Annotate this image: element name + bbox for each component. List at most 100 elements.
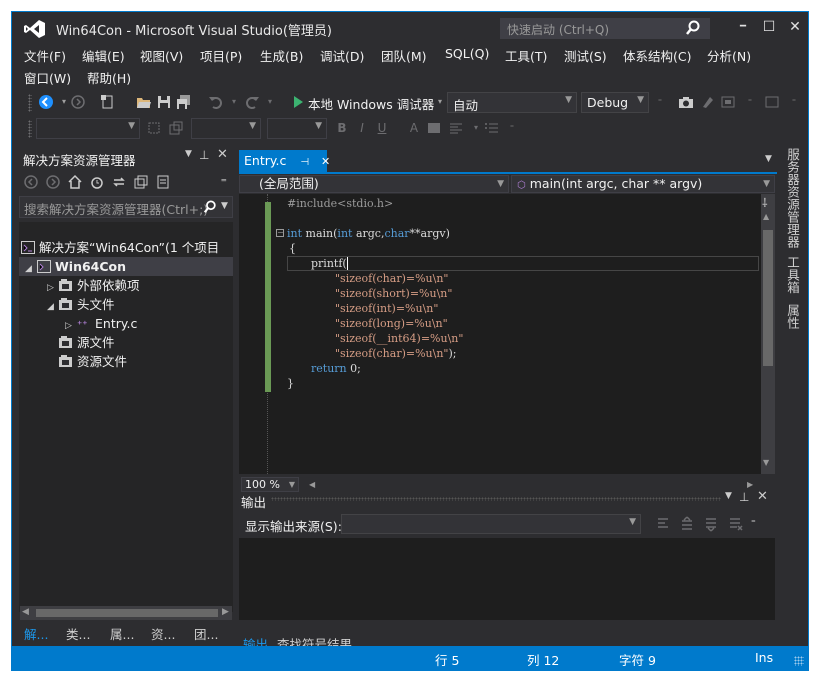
bracket-icon[interactable] xyxy=(146,120,162,136)
clear-all-icon[interactable] xyxy=(727,516,743,532)
align-dropdown-icon[interactable]: ▾ xyxy=(468,120,484,136)
tab-team-explorer[interactable]: 团... xyxy=(194,624,218,643)
menu-build[interactable]: 生成(B) xyxy=(260,46,303,65)
scroll-right-icon[interactable]: ▶ xyxy=(222,607,229,617)
panel-menu-icon[interactable]: ▼ xyxy=(185,149,192,159)
save-all-icon[interactable] xyxy=(176,94,192,110)
tab-list-dropdown-icon[interactable]: ▼ xyxy=(765,154,772,164)
tab-solution-explorer[interactable]: 解... xyxy=(24,624,48,643)
editor-vertical-scrollbar[interactable]: ⸸ ▲ ▼ xyxy=(761,194,775,474)
output-source-dropdown[interactable]: ▼ xyxy=(341,514,641,534)
tab-server-explorer[interactable]: 服务器资源管理器 xyxy=(785,148,802,248)
font-size-dropdown[interactable]: ▼ xyxy=(267,118,327,139)
tree-node-external-deps[interactable]: ▷ 外部依赖项 xyxy=(47,276,140,295)
open-file-icon[interactable] xyxy=(136,94,152,110)
menu-test[interactable]: 测试(S) xyxy=(564,46,607,65)
quick-launch-input[interactable]: 快速启动 (Ctrl+Q) xyxy=(500,18,710,39)
close-button[interactable]: ✕ xyxy=(782,16,808,38)
menu-file[interactable]: 文件(F) xyxy=(24,46,66,65)
underline-icon[interactable]: U xyxy=(374,120,390,136)
scroll-down-icon[interactable]: ▼ xyxy=(763,458,769,467)
toolbar-overflow-icon[interactable]: ⁼ xyxy=(652,94,668,110)
menu-analyze[interactable]: 分析(N) xyxy=(707,46,751,65)
solution-search-input[interactable]: 搜索解决方案资源管理器(Ctrl+;) xyxy=(19,196,233,218)
tree-node-header-files[interactable]: ◢ 头文件 xyxy=(47,295,115,314)
start-debugger-button[interactable]: 本地 Windows 调试器 xyxy=(308,94,434,113)
camera-icon[interactable] xyxy=(678,94,694,110)
pin-icon[interactable]: ⊣ xyxy=(300,157,309,168)
menu-team[interactable]: 团队(M) xyxy=(381,46,427,65)
start-debug-icon[interactable] xyxy=(290,94,306,110)
minimize-button[interactable]: ━ xyxy=(730,16,756,38)
horizontal-scrollbar[interactable]: ◀ ▶ xyxy=(20,606,232,620)
menu-sql[interactable]: SQL(Q) xyxy=(445,46,489,61)
search-icon[interactable] xyxy=(203,200,217,214)
undo-dropdown-icon[interactable]: ▾ xyxy=(226,94,242,110)
back-icon[interactable] xyxy=(38,94,54,110)
bullets-icon[interactable] xyxy=(484,120,500,136)
forward-icon[interactable] xyxy=(70,94,86,110)
scrollbar-thumb[interactable] xyxy=(36,609,218,617)
search-icon[interactable] xyxy=(685,20,701,36)
tab-properties[interactable]: 属性 xyxy=(785,304,802,329)
menu-window[interactable]: 窗口(W) xyxy=(24,68,71,87)
tab-toolbox[interactable]: 工具箱 xyxy=(785,256,802,294)
start-dropdown-icon[interactable]: ▾ xyxy=(432,94,448,110)
output-text-area[interactable] xyxy=(239,538,775,620)
tree-node-source-files[interactable]: 源文件 xyxy=(59,333,115,352)
expanded-arrow-icon[interactable]: ◢ xyxy=(47,298,59,317)
tree-node-project[interactable]: ◢ Win64Con xyxy=(19,257,233,276)
close-panel-icon[interactable]: ✕ xyxy=(757,489,768,504)
expand-icon[interactable] xyxy=(168,120,184,136)
redo-icon[interactable] xyxy=(244,94,260,110)
toolbar-overflow-icon[interactable]: ⁼ xyxy=(742,94,758,110)
bold-icon[interactable]: B xyxy=(334,120,350,136)
toolbar-grip[interactable] xyxy=(28,120,32,138)
window-layout-icon[interactable] xyxy=(720,94,736,110)
resize-grip-icon[interactable] xyxy=(794,656,804,666)
customize-icon[interactable] xyxy=(764,94,780,110)
italic-icon[interactable]: I xyxy=(354,120,370,136)
panel-menu-icon[interactable]: ▼ xyxy=(725,491,732,501)
font-name-dropdown[interactable]: ▼ xyxy=(191,118,261,139)
restore-button[interactable]: ☐ xyxy=(756,16,782,38)
format-icon[interactable] xyxy=(700,94,716,110)
scroll-left-icon[interactable]: ◀ xyxy=(22,607,29,617)
menu-view[interactable]: 视图(V) xyxy=(140,46,183,65)
target-dropdown[interactable]: ▼ xyxy=(36,118,140,139)
find-message-icon[interactable] xyxy=(655,516,671,532)
scroll-up-icon[interactable]: ▲ xyxy=(763,212,769,221)
tree-node-solution[interactable]: 解决方案“Win64Con”(1 个项目 xyxy=(21,238,233,257)
menu-debug[interactable]: 调试(D) xyxy=(320,46,364,65)
solution-config-dropdown[interactable]: 自动 ▼ xyxy=(447,92,577,113)
code-editor[interactable]: #include<stdio.h> − int main(int argc,ch… xyxy=(239,194,761,474)
toolbar-overflow-icon[interactable]: ⁼ xyxy=(504,120,520,136)
toolbar-overflow-icon[interactable]: ⁼ xyxy=(751,519,756,529)
toolbar-overflow-icon[interactable]: ⁼ xyxy=(786,94,802,110)
pin-icon[interactable]: ⊥ xyxy=(739,490,749,504)
tree-node-entry-c[interactable]: ▷ ⁺⁺ Entry.c xyxy=(65,314,137,333)
tab-resource-view[interactable]: 资... xyxy=(151,624,175,643)
tab-property-manager[interactable]: 属... xyxy=(110,624,134,643)
toolbar-overflow-icon[interactable]: ⁼ xyxy=(221,175,227,189)
new-project-icon[interactable] xyxy=(100,94,116,110)
split-icon[interactable]: ⸸ xyxy=(762,194,768,211)
home-icon[interactable] xyxy=(67,174,83,190)
back-icon[interactable] xyxy=(23,174,39,190)
scrollbar-thumb[interactable] xyxy=(763,230,773,366)
save-icon[interactable] xyxy=(156,94,172,110)
collapse-outline-icon[interactable]: − xyxy=(276,229,284,237)
menu-tools[interactable]: 工具(T) xyxy=(505,46,547,65)
redo-dropdown-icon[interactable]: ▾ xyxy=(262,94,278,110)
configuration-dropdown[interactable]: Debug ▼ xyxy=(581,92,649,113)
previous-message-icon[interactable] xyxy=(679,516,695,532)
tab-class-view[interactable]: 类... xyxy=(66,624,90,643)
collapse-all-icon[interactable] xyxy=(133,174,149,190)
close-panel-icon[interactable]: ✕ xyxy=(217,147,228,162)
menu-project[interactable]: 项目(P) xyxy=(200,46,242,65)
show-all-files-icon[interactable] xyxy=(155,174,171,190)
close-icon[interactable]: ✕ xyxy=(321,155,330,168)
align-icon[interactable] xyxy=(448,120,464,136)
menu-edit[interactable]: 编辑(E) xyxy=(82,46,125,65)
sync-icon[interactable] xyxy=(111,174,127,190)
